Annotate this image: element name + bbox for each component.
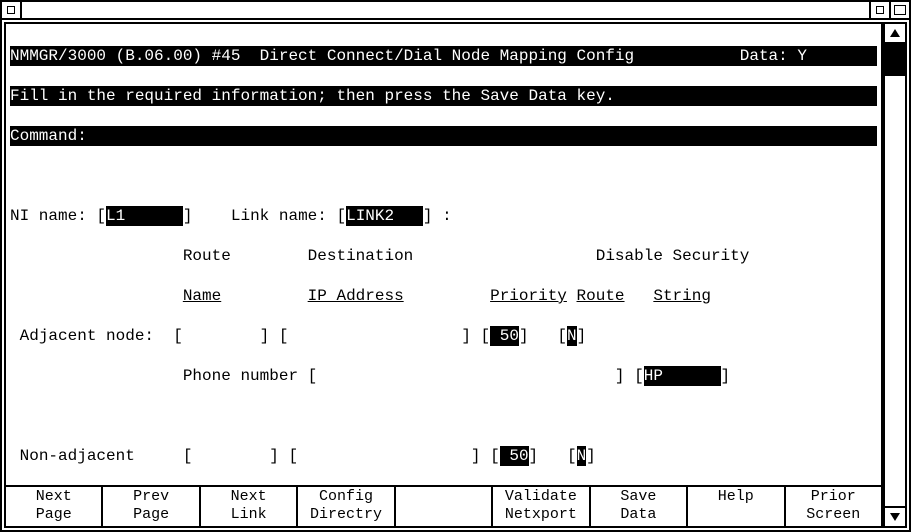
remote-disable-field[interactable]: N	[577, 446, 587, 466]
terminal-screen: NMMGR/3000 (B.06.00) #45 Direct Connect/…	[6, 24, 881, 485]
link-name-label: Link name:	[231, 207, 327, 225]
f6-validate-netxport[interactable]: ValidateNetxport	[493, 487, 590, 526]
adj-disable-field[interactable]: N	[567, 326, 577, 346]
adj-priority-field[interactable]: 50	[490, 326, 519, 346]
security-field[interactable]: HP	[644, 366, 721, 386]
function-keys: NextPage PrevPage NextLink ConfigDirectr…	[6, 485, 881, 526]
maximize-icon[interactable]	[889, 2, 909, 18]
terminal-window: NMMGR/3000 (B.06.00) #45 Direct Connect/…	[0, 0, 911, 532]
ni-name-label: NI name:	[10, 207, 87, 225]
ni-name-field[interactable]: L1	[106, 206, 183, 226]
window-menu-icon[interactable]	[2, 2, 22, 18]
f8-help[interactable]: Help	[688, 487, 785, 526]
adjacent-node-label: Adjacent node:	[20, 327, 154, 345]
non-adjacent-label-1: Non-adjacent	[20, 447, 135, 465]
vertical-scrollbar[interactable]	[883, 22, 907, 528]
header-line-1: NMMGR/3000 (B.06.00) #45 Direct Connect/…	[10, 46, 877, 66]
f4-config-directry[interactable]: ConfigDirectry	[298, 487, 395, 526]
scrollbar-thumb[interactable]	[885, 44, 905, 76]
window-titlebar	[2, 2, 909, 20]
header-line-2: Fill in the required information; then p…	[10, 86, 877, 106]
f9-prior-screen[interactable]: PriorScreen	[786, 487, 881, 526]
f1-next-page[interactable]: NextPage	[6, 487, 103, 526]
minimize-icon[interactable]	[869, 2, 889, 18]
terminal-main: NMMGR/3000 (B.06.00) #45 Direct Connect/…	[4, 22, 883, 528]
command-line[interactable]: Command:	[10, 126, 877, 146]
phone-number-label: Phone number	[183, 367, 298, 385]
chevron-up-icon	[890, 29, 900, 37]
chevron-down-icon	[890, 513, 900, 521]
scrollbar-track[interactable]	[885, 44, 905, 506]
f7-save-data[interactable]: SaveData	[591, 487, 688, 526]
scroll-up-button[interactable]	[885, 24, 905, 44]
f5-blank[interactable]	[396, 487, 493, 526]
link-name-field[interactable]: LINK2	[346, 206, 423, 226]
remote-priority-field[interactable]: 50	[500, 446, 529, 466]
scroll-down-button[interactable]	[885, 506, 905, 526]
f3-next-link[interactable]: NextLink	[201, 487, 298, 526]
f2-prev-page[interactable]: PrevPage	[103, 487, 200, 526]
